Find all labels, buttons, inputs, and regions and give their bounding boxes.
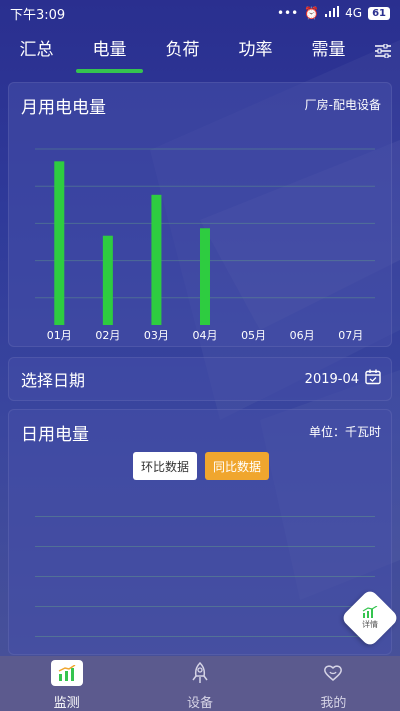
monthly-bar-chart: 01月 02月 03月 04月 05月 06月 07月 <box>35 148 375 342</box>
chart-x-label: 02月 <box>95 329 120 342</box>
grid-line <box>35 516 375 517</box>
chart-x-label: 03月 <box>144 329 169 342</box>
chart-x-label: 07月 <box>338 329 363 342</box>
grid-line <box>35 576 375 577</box>
chart-bar[interactable] <box>54 161 65 325</box>
date-picker-label: 选择日期 <box>21 371 86 390</box>
date-picker-row[interactable]: 选择日期 2019-04 <box>8 357 392 401</box>
status-bar: 下午3:09 ••• ⏰ 4G 61 <box>0 0 400 26</box>
selected-date: 2019-04 <box>304 371 359 387</box>
nav-mine-label: 我的 <box>320 696 347 711</box>
grid-line <box>35 636 375 637</box>
filter-settings-icon[interactable] <box>365 26 400 76</box>
device-icon <box>184 660 216 686</box>
bottom-nav: 监测 设备 我的 <box>0 656 400 711</box>
status-dots: ••• <box>276 6 299 20</box>
chart-x-label: 06月 <box>290 329 315 342</box>
chart-icon <box>362 606 378 618</box>
monthly-usage-card: 月用电电量 厂房-配电设备 01月 02月 03月 04月 05月 06月 07月 <box>8 82 392 347</box>
tab-demand[interactable]: 需量 <box>292 26 365 76</box>
unit-label: 单位：千瓦时 <box>308 425 381 439</box>
nav-devices[interactable]: 设备 <box>133 656 266 711</box>
ring-compare-button[interactable]: 环比数据 <box>132 452 197 480</box>
grid-line <box>35 546 375 547</box>
tab-load[interactable]: 负荷 <box>146 26 219 76</box>
chart-x-label: 01月 <box>47 329 72 342</box>
compare-button-group: 环比数据 同比数据 <box>9 452 393 480</box>
chart-x-label: 04月 <box>193 329 218 342</box>
chart-x-label: 05月 <box>241 329 266 342</box>
grid-line <box>35 606 375 607</box>
signal-icon <box>325 6 340 20</box>
alarm-icon: ⏰ <box>304 6 320 20</box>
nav-devices-label: 设备 <box>186 696 213 711</box>
chart-bar[interactable] <box>200 228 210 325</box>
date-value-group[interactable]: 2019-04 <box>305 369 381 389</box>
monitor-chart-icon <box>50 660 83 686</box>
chart-bar[interactable] <box>151 194 162 325</box>
status-indicators: ••• ⏰ 4G 61 <box>277 6 390 20</box>
daily-usage-title: 日用电量 <box>21 425 89 445</box>
nav-monitor-label: 监测 <box>53 696 80 711</box>
tab-summary[interactable]: 汇总 <box>0 26 73 76</box>
yoy-compare-button[interactable]: 同比数据 <box>205 452 270 480</box>
chart-bar[interactable] <box>102 235 113 325</box>
network-type: 4G <box>345 6 363 20</box>
tab-bar: 汇总 电量 负荷 功率 需量 <box>0 26 400 76</box>
status-time: 下午3:09 <box>10 7 66 23</box>
nav-mine[interactable]: 我的 <box>267 656 400 711</box>
battery-level: 61 <box>368 6 390 20</box>
calendar-icon[interactable] <box>365 369 381 389</box>
daily-usage-card: 日用电量 单位：千瓦时 环比数据 同比数据 <box>8 409 392 655</box>
nav-monitor[interactable]: 监测 <box>0 656 133 711</box>
tab-electricity[interactable]: 电量 <box>73 26 146 76</box>
detail-fab-content[interactable]: 详情 <box>349 597 391 639</box>
detail-fab-label: 详情 <box>362 620 378 629</box>
heart-icon <box>317 660 349 686</box>
tab-power[interactable]: 功率 <box>219 26 292 76</box>
